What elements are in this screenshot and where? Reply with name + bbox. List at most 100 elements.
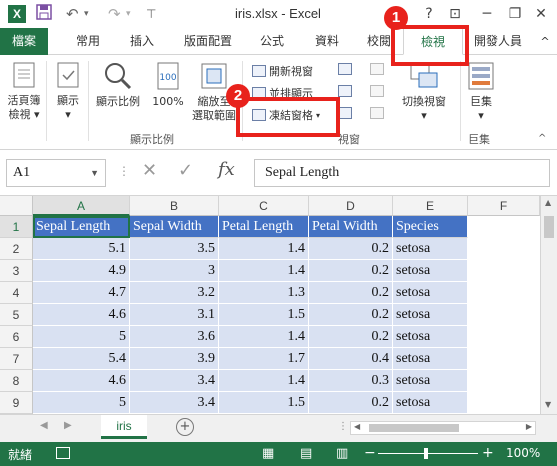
horizontal-scrollbar[interactable]: ◀ ▶: [350, 421, 536, 435]
page-break-view-icon[interactable]: ▥: [336, 446, 348, 461]
table-cell[interactable]: setosa: [393, 348, 468, 370]
sheet-scroll-left-icon[interactable]: ◀: [40, 420, 48, 431]
column-header-c[interactable]: C: [219, 196, 309, 216]
row-header-1[interactable]: 1: [0, 216, 33, 238]
tab-page-layout[interactable]: 版面配置: [176, 28, 240, 55]
table-cell[interactable]: 4.9: [33, 260, 130, 282]
table-cell[interactable]: 5.1: [33, 238, 130, 260]
zoom-button[interactable]: 顯示比例: [92, 61, 144, 109]
customize-qat-icon[interactable]: ⊤: [146, 4, 156, 24]
close-button[interactable]: ✕: [530, 4, 552, 24]
collapse-ribbon-icon[interactable]: ^: [536, 28, 554, 55]
table-cell[interactable]: 0.4: [309, 348, 393, 370]
hide-window-icon[interactable]: [338, 85, 352, 97]
horizontal-scroll-thumb[interactable]: [369, 424, 459, 432]
table-cell[interactable]: 1.3: [219, 282, 309, 304]
scroll-down-icon[interactable]: ▼: [545, 400, 551, 409]
table-cell[interactable]: 1.4: [219, 370, 309, 392]
add-sheet-icon[interactable]: +: [176, 418, 194, 436]
name-box[interactable]: A1 ▼: [6, 159, 106, 187]
table-cell[interactable]: 1.4: [219, 238, 309, 260]
zoom-level[interactable]: 100%: [506, 446, 540, 460]
table-cell[interactable]: 5: [33, 392, 130, 414]
undo-icon[interactable]: ↶: [66, 4, 79, 24]
table-cell[interactable]: 1.7: [219, 348, 309, 370]
undo-dropdown-icon[interactable]: ▾: [84, 4, 89, 24]
reset-position-icon[interactable]: [370, 107, 384, 119]
zoom-out-icon[interactable]: −: [364, 445, 376, 461]
restore-button[interactable]: ❐: [504, 4, 526, 24]
table-cell[interactable]: setosa: [393, 304, 468, 326]
zoom-slider-track[interactable]: [378, 453, 478, 454]
table-cell[interactable]: 0.2: [309, 304, 393, 326]
row-header-4[interactable]: 4: [0, 282, 33, 304]
tab-split-grip-icon[interactable]: ⋮: [338, 421, 348, 432]
unhide-window-icon[interactable]: [338, 107, 352, 119]
table-cell[interactable]: 1.4: [219, 326, 309, 348]
table-cell[interactable]: setosa: [393, 282, 468, 304]
sheet-scroll-right-icon[interactable]: ▶: [64, 420, 72, 431]
table-cell[interactable]: 3.1: [130, 304, 219, 326]
column-header-a[interactable]: A: [33, 196, 130, 216]
formula-input[interactable]: Sepal Length: [254, 159, 550, 187]
row-header-6[interactable]: 6: [0, 326, 33, 348]
row-header-8[interactable]: 8: [0, 370, 33, 392]
sync-scroll-icon[interactable]: [370, 85, 384, 97]
table-cell[interactable]: 1.4: [219, 260, 309, 282]
table-cell[interactable]: setosa: [393, 392, 468, 414]
macros-button[interactable]: 巨集 ▾: [462, 61, 500, 123]
collapse-ribbon-chevron-icon[interactable]: ^: [538, 133, 546, 144]
view-side-by-side-icon[interactable]: [370, 63, 384, 75]
column-header-e[interactable]: E: [393, 196, 468, 216]
name-box-dropdown-icon[interactable]: ▼: [90, 160, 99, 186]
new-window-button[interactable]: 開新視窗: [252, 63, 313, 79]
table-cell[interactable]: 1.5: [219, 392, 309, 414]
table-cell[interactable]: 0.2: [309, 282, 393, 304]
row-header-3[interactable]: 3: [0, 260, 33, 282]
macro-record-icon[interactable]: [56, 447, 70, 459]
table-cell[interactable]: 1.5: [219, 304, 309, 326]
hscroll-left-icon[interactable]: ◀: [354, 422, 360, 431]
minimize-button[interactable]: ─: [476, 4, 498, 24]
table-cell[interactable]: 3.5: [130, 238, 219, 260]
table-cell[interactable]: 3.9: [130, 348, 219, 370]
table-cell[interactable]: 3.4: [130, 392, 219, 414]
page-layout-view-icon[interactable]: ▤: [300, 446, 312, 461]
cancel-icon[interactable]: ✕: [142, 160, 157, 181]
table-cell[interactable]: 4.6: [33, 304, 130, 326]
cell-b1[interactable]: Sepal Width: [130, 216, 219, 238]
column-header-d[interactable]: D: [309, 196, 393, 216]
table-cell[interactable]: 0.2: [309, 392, 393, 414]
cell-a1[interactable]: Sepal Length: [33, 216, 130, 238]
select-all-corner[interactable]: [0, 196, 33, 216]
redo-icon[interactable]: ↷: [108, 4, 121, 24]
save-icon[interactable]: [36, 4, 52, 25]
switch-windows-button[interactable]: 切換視窗 ▾: [394, 61, 454, 123]
table-cell[interactable]: 4.6: [33, 370, 130, 392]
row-header-7[interactable]: 7: [0, 348, 33, 370]
zoom-slider-thumb[interactable]: [424, 448, 428, 459]
table-cell[interactable]: setosa: [393, 260, 468, 282]
row-header-2[interactable]: 2: [0, 238, 33, 260]
workbook-views-button[interactable]: 活頁簿 檢視 ▾: [4, 61, 44, 122]
split-icon[interactable]: [338, 63, 352, 75]
normal-view-icon[interactable]: ▦: [262, 446, 274, 461]
table-cell[interactable]: 0.2: [309, 238, 393, 260]
tab-home[interactable]: 常用: [66, 28, 110, 55]
table-cell[interactable]: 0.2: [309, 260, 393, 282]
table-cell[interactable]: 5.4: [33, 348, 130, 370]
table-cell[interactable]: 3.6: [130, 326, 219, 348]
table-cell[interactable]: 0.2: [309, 326, 393, 348]
redo-dropdown-icon[interactable]: ▾: [126, 4, 131, 24]
table-cell[interactable]: setosa: [393, 326, 468, 348]
tab-insert[interactable]: 插入: [120, 28, 164, 55]
table-cell[interactable]: 3: [130, 260, 219, 282]
tab-developer[interactable]: 開發人員: [468, 28, 528, 55]
cell-c1[interactable]: Petal Length: [219, 216, 309, 238]
row-header-9[interactable]: 9: [0, 392, 33, 414]
zoom-100-button[interactable]: 100 100%: [148, 61, 188, 109]
column-header-b[interactable]: B: [130, 196, 219, 216]
insert-function-icon[interactable]: fx: [218, 159, 235, 180]
tab-file[interactable]: 檔案: [0, 28, 48, 55]
vertical-scroll-thumb[interactable]: [544, 216, 554, 238]
